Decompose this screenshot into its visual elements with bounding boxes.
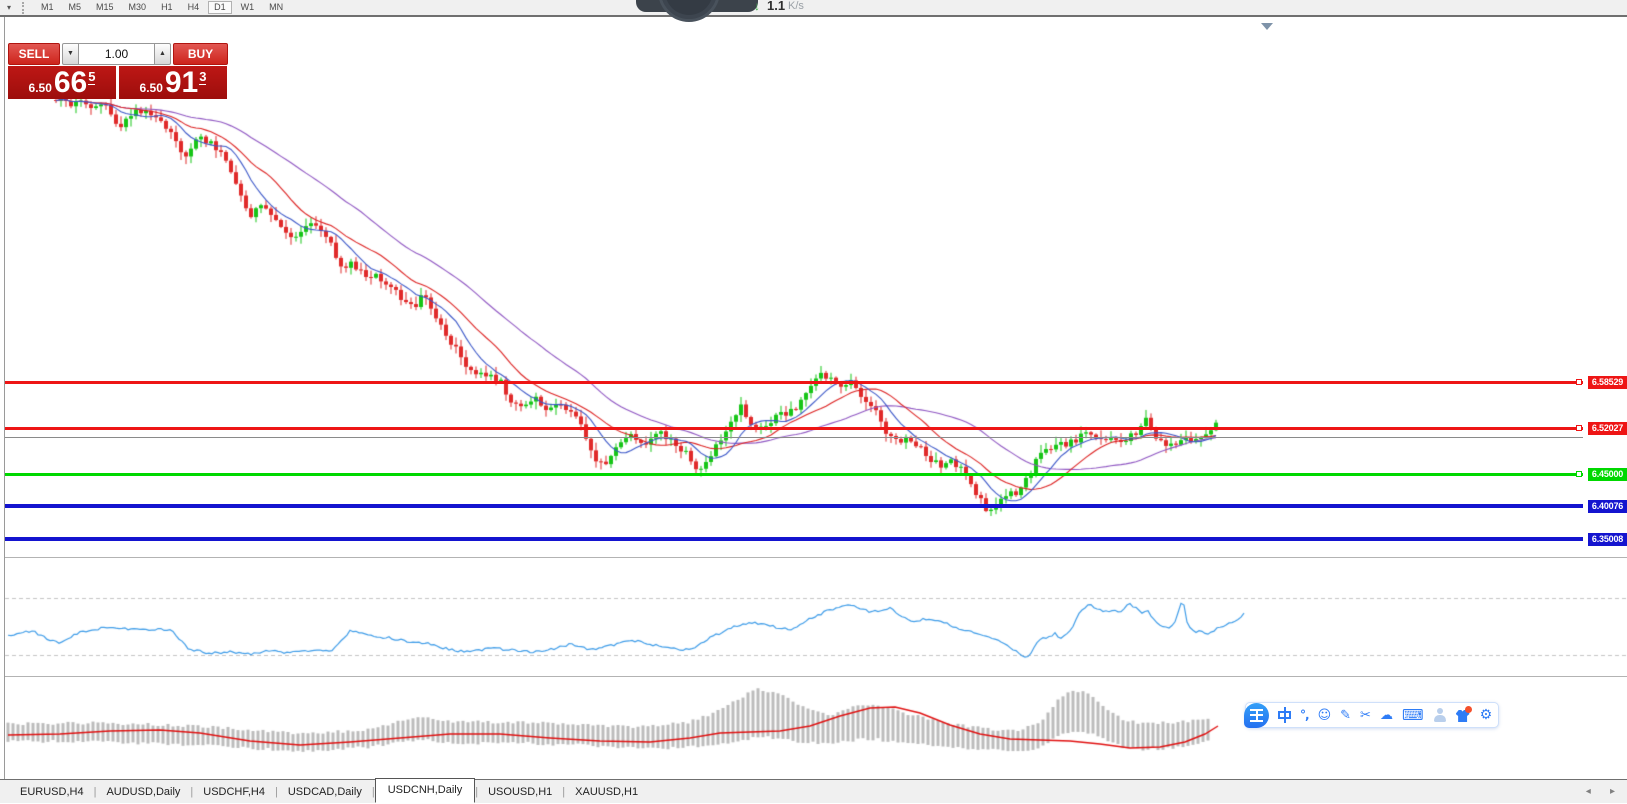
chart-tab-bar: EURUSD,H4|AUDUSD,Daily|USDCHF,H4|USDCAD,… [0, 779, 1627, 803]
sell-price-pip: 5 [88, 69, 95, 85]
timeframe-button-m1[interactable]: M1 [35, 1, 60, 14]
chart-tabs: EURUSD,H4|AUDUSD,Daily|USDCHF,H4|USDCAD,… [0, 780, 648, 804]
toolbar-grip-handle[interactable] [22, 2, 27, 14]
timeframe-button-m30[interactable]: M30 [123, 1, 153, 14]
timeframe-button-d1[interactable]: D1 [208, 1, 232, 14]
tab-scroll-arrows[interactable]: ◂ ▸ [1586, 786, 1623, 797]
sell-price-prefix: 6.50 [29, 81, 52, 95]
line-drag-handle[interactable] [1576, 379, 1582, 385]
price-line-6.35008[interactable] [5, 537, 1583, 541]
timeframe-buttons: M1M5M15M30H1H4D1W1MN [35, 1, 292, 14]
download-speed-value: 1.1 [767, 0, 785, 13]
ime-toolbar: °, ☺ ✎ ✂ ☁ ⌨ ⚙ [1245, 702, 1499, 728]
download-speed-unit: K/s [788, 0, 804, 12]
line-drag-handle[interactable] [1576, 471, 1582, 477]
chinese-mode-icon[interactable] [1278, 707, 1291, 723]
oct-controls-row: SELL ▼ ▲ BUY [8, 43, 228, 65]
price-line-label: 6.58529 [1588, 376, 1627, 389]
volume-input[interactable] [79, 43, 154, 65]
buy-price-pip: 3 [199, 69, 206, 85]
chart-shift-marker-icon[interactable] [1261, 23, 1273, 30]
tab-eurusd-h4[interactable]: EURUSD,H4 [10, 782, 94, 802]
buy-price-digits: 91 [165, 68, 198, 98]
punctuation-mode-icon[interactable]: °, [1300, 709, 1309, 722]
line-drag-handle[interactable] [1576, 425, 1582, 431]
ime-logo-icon[interactable] [1244, 703, 1269, 728]
timeframe-button-h1[interactable]: H1 [155, 1, 179, 14]
cloud-icon[interactable]: ☁ [1380, 709, 1393, 722]
price-line-label: 6.40076 [1588, 500, 1627, 513]
price-line-bid[interactable] [5, 437, 1583, 438]
timeframe-button-h4[interactable]: H4 [182, 1, 206, 14]
buy-price-prefix: 6.50 [140, 81, 163, 95]
pane-separator[interactable] [5, 676, 1627, 677]
price-line-label: 6.52027 [1588, 422, 1627, 435]
timeframe-button-m15[interactable]: M15 [90, 1, 120, 14]
buy-price-panel[interactable]: 6.50 91 3 [119, 66, 227, 99]
buy-button[interactable]: BUY [173, 43, 228, 65]
tab-usdchf-h4[interactable]: USDCHF,H4 [193, 782, 275, 802]
sell-button[interactable]: SELL [8, 43, 60, 65]
volume-dropdown-button[interactable]: ▼ [62, 43, 79, 65]
price-line-label: 6.35008 [1588, 533, 1627, 546]
tab-xauusd-h1[interactable]: XAUUSD,H1 [565, 782, 648, 802]
handwriting-pencil-icon[interactable]: ✎ [1340, 709, 1351, 722]
price-line-label: 6.45000 [1588, 468, 1627, 481]
chart-type-dropdown-icon[interactable]: ▾ [0, 3, 18, 12]
chart-left-border [4, 17, 5, 779]
timeframe-button-m5[interactable]: M5 [63, 1, 88, 14]
skin-tshirt-icon[interactable] [1456, 708, 1471, 722]
volume-increase-button[interactable]: ▲ [154, 43, 171, 65]
tab-usdcnh-daily[interactable]: USDCNH,Daily [375, 778, 476, 803]
screenshot-scissors-icon[interactable]: ✂ [1360, 709, 1371, 722]
timeframe-button-mn[interactable]: MN [263, 1, 289, 14]
sell-price-digits: 66 [54, 68, 87, 98]
tab-usdcad-daily[interactable]: USDCAD,Daily [278, 782, 372, 802]
one-click-trading-widget: SELL ▼ ▲ BUY 6.50 66 5 6.50 91 3 [8, 43, 228, 99]
price-line-6.45000[interactable] [5, 473, 1583, 476]
pane-separator[interactable] [5, 557, 1627, 558]
price-line-6.52027[interactable] [5, 427, 1583, 430]
network-speed-overlay[interactable]: ↓ 1.1 K/s [636, 0, 826, 24]
keyboard-icon[interactable]: ⌨ [1402, 709, 1424, 722]
sell-price-panel[interactable]: 6.50 66 5 [8, 66, 116, 99]
price-line-6.58529[interactable] [5, 381, 1583, 384]
price-line-6.40076[interactable] [5, 504, 1583, 508]
tab-usousd-h1[interactable]: USOUSD,H1 [478, 782, 562, 802]
download-arrow-icon: ↓ [754, 0, 760, 13]
user-account-icon[interactable] [1433, 708, 1447, 722]
speed-gauge-icon[interactable] [658, 0, 720, 22]
settings-gear-icon[interactable]: ⚙ [1480, 709, 1493, 722]
tab-audusd-daily[interactable]: AUDUSD,Daily [96, 782, 190, 802]
emoji-icon[interactable]: ☺ [1318, 709, 1332, 722]
timeframe-button-w1[interactable]: W1 [235, 1, 261, 14]
price-chart-canvas[interactable] [0, 0, 1627, 803]
